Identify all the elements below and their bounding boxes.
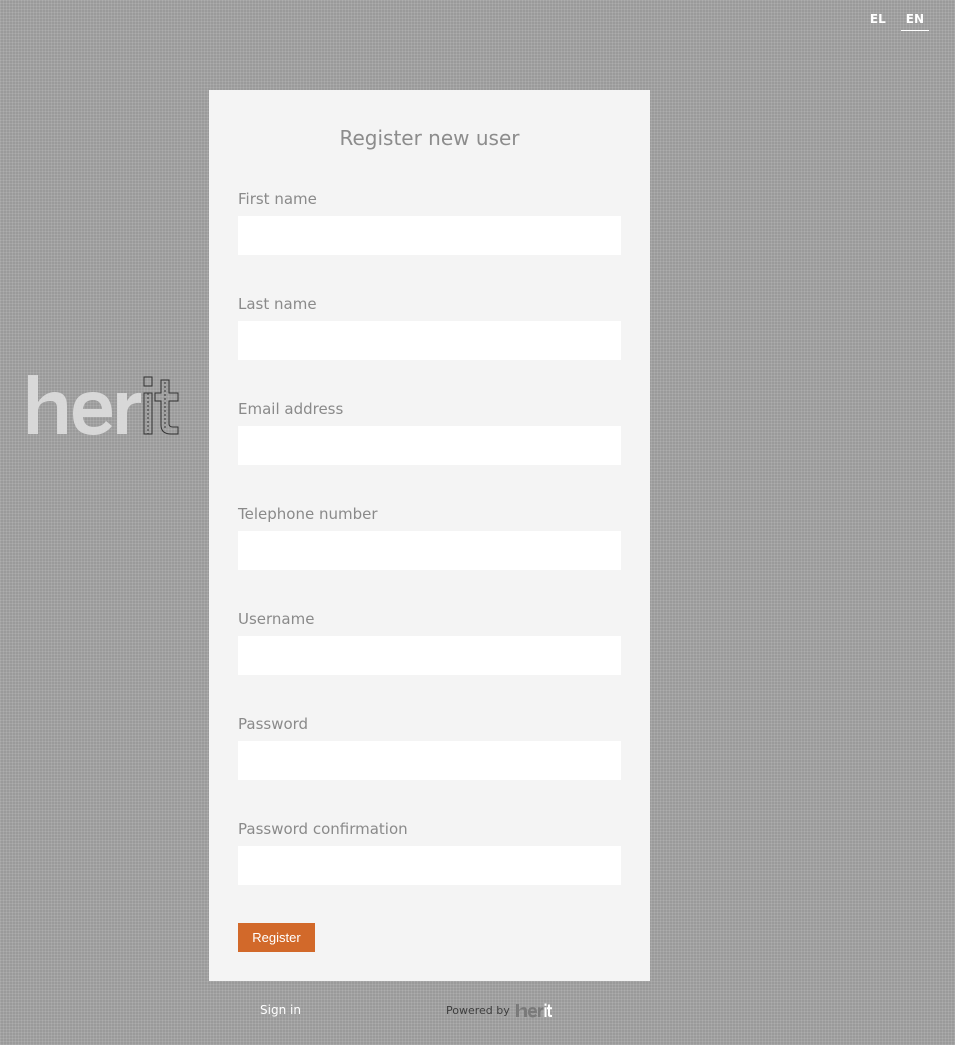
last-name-group: Last name [238,295,621,360]
language-en-link[interactable]: EN [900,12,929,31]
first-name-label: First name [238,190,317,208]
password-confirmation-field[interactable] [238,846,621,885]
password-field[interactable] [238,741,621,780]
password-confirmation-group: Password confirmation [238,820,621,885]
last-name-label: Last name [238,295,317,313]
language-switcher: EL EN [865,12,929,31]
email-group: Email address [238,400,621,465]
powered-by-label: Powered by [446,1004,510,1017]
email-label: Email address [238,400,344,418]
sign-in-link[interactable]: Sign in [260,1003,301,1017]
last-name-field[interactable] [238,321,621,360]
email-field[interactable] [238,426,621,465]
herit-logo [27,372,183,438]
herit-small-logo-icon [515,1002,552,1019]
username-label: Username [238,610,315,628]
first-name-group: First name [238,190,621,255]
telephone-group: Telephone number [238,505,621,570]
register-card: Register new user First name Last name E… [209,90,650,981]
register-button[interactable]: Register [238,923,315,952]
telephone-field[interactable] [238,531,621,570]
password-group: Password [238,715,621,780]
password-label: Password [238,715,309,733]
telephone-label: Telephone number [238,505,378,523]
password-confirmation-label: Password confirmation [238,820,408,838]
powered-by: Powered by [446,1002,552,1019]
first-name-field[interactable] [238,216,621,255]
username-group: Username [238,610,621,675]
username-field[interactable] [238,636,621,675]
language-el-link[interactable]: EL [865,12,891,31]
page-title: Register new user [339,126,520,150]
